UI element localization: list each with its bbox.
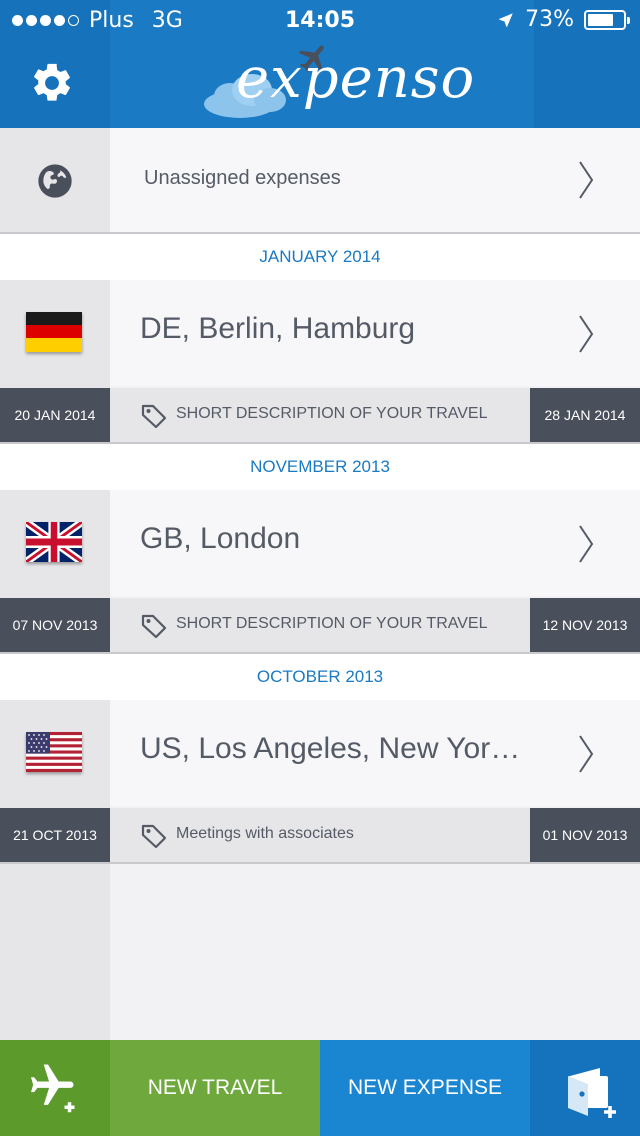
travel-info-bar: 21 OCT 2013 Meetings with associates 01 … (0, 808, 640, 862)
chevron-right-icon (579, 525, 594, 563)
row-icon-cell (0, 490, 110, 596)
new-travel-button[interactable]: NEW TRAVEL (110, 1040, 320, 1136)
usa-flag-icon (26, 732, 82, 772)
unassigned-expenses-row[interactable]: Unassigned expenses (0, 128, 640, 232)
start-date: 21 OCT 2013 (0, 808, 110, 862)
month-header: NOVEMBER 2013 (0, 444, 640, 490)
month-header: JANUARY 2014 (0, 234, 640, 280)
travel-info-bar: 20 JAN 2014 SHORT DESCRIPTION OF YOUR TR… (0, 388, 640, 442)
battery-percent: 73% (525, 7, 574, 32)
add-wallet-icon (568, 1068, 616, 1118)
end-date: 01 NOV 2013 (530, 808, 640, 862)
unassigned-label: Unassigned expenses (144, 167, 341, 189)
row-icon-cell (0, 128, 110, 232)
travel-info-bar: 07 NOV 2013 SHORT DESCRIPTION OF YOUR TR… (0, 598, 640, 652)
add-plane-icon (30, 1064, 75, 1113)
add-expense-icon-button[interactable] (530, 1040, 640, 1136)
tag-icon (141, 614, 167, 639)
start-date: 20 JAN 2014 (0, 388, 110, 442)
status-bar: Plus 3G 14:05 73% (0, 0, 640, 40)
travel-row[interactable]: GB, London (0, 490, 640, 596)
row-icon-cell (0, 280, 110, 386)
add-travel-icon-button[interactable] (0, 1040, 110, 1136)
uk-flag-icon (26, 522, 82, 562)
start-date: 07 NOV 2013 (0, 598, 110, 652)
end-date: 28 JAN 2014 (530, 388, 640, 442)
month-header: OCTOBER 2013 (0, 654, 640, 700)
bottom-action-bar: NEW TRAVEL NEW EXPENSE (0, 1040, 640, 1136)
tag-icon (141, 824, 167, 849)
travel-description: Meetings with associates (176, 825, 354, 842)
travel-title: GB, London (140, 522, 301, 555)
chevron-right-icon (579, 735, 594, 773)
germany-flag-icon (26, 312, 82, 352)
gear-icon (34, 63, 70, 101)
travel-title: DE, Berlin, Hamburg (140, 312, 416, 345)
logo-text: expenso (236, 46, 476, 111)
expenso-logo: expenso (200, 40, 474, 128)
globe-icon (38, 164, 72, 198)
end-date: 12 NOV 2013 (530, 598, 640, 652)
travel-title: US, Los Angeles, New York,… (140, 732, 530, 765)
chevron-right-icon (579, 161, 594, 199)
divider (0, 862, 640, 864)
location-arrow-icon (499, 12, 513, 27)
app-header: expenso Plus 3G 14:05 73% (0, 0, 640, 128)
travel-description: SHORT DESCRIPTION OF YOUR TRAVEL (176, 615, 488, 632)
tag-icon (141, 404, 167, 429)
travel-row[interactable]: US, Los Angeles, New York,… (0, 700, 640, 806)
row-icon-cell (0, 700, 110, 806)
travel-description: SHORT DESCRIPTION OF YOUR TRAVEL (176, 405, 488, 422)
travel-row[interactable]: DE, Berlin, Hamburg (0, 280, 640, 386)
battery-icon (584, 9, 630, 30)
new-expense-button[interactable]: NEW EXPENSE (320, 1040, 530, 1136)
chevron-right-icon (579, 315, 594, 353)
